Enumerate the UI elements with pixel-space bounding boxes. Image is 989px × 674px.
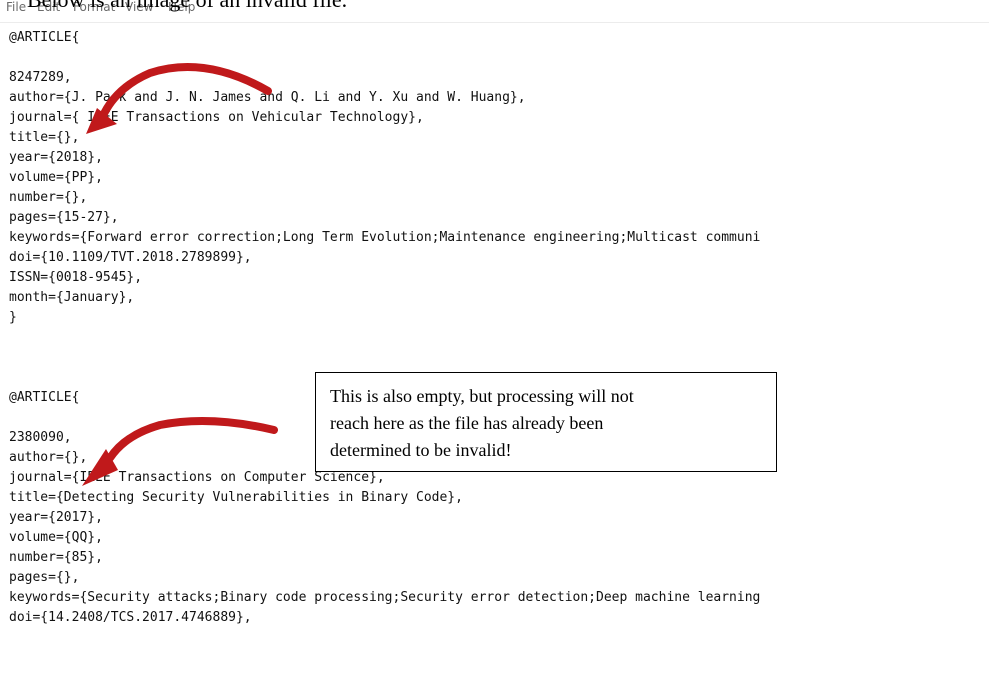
code-line: month={January}, [9,290,135,305]
article-entry-1: @ARTICLE{ 8247289, author={J. Park and J… [9,28,989,328]
callout-line: determined to be invalid! [330,440,512,460]
callout-line: This is also empty, but processing will … [330,386,634,406]
code-line: 8247289, [9,70,72,85]
code-line: year={2018}, [9,150,103,165]
code-line: title={}, [9,130,80,145]
code-line: doi={10.1109/TVT.2018.2789899}, [9,250,252,265]
text-editor[interactable]: @ARTICLE{ 8247289, author={J. Park and J… [9,28,989,674]
callout-line: reach here as the file has already been [330,413,604,433]
code-line: number={}, [9,190,88,205]
menu-file[interactable]: File [6,0,26,14]
code-line: ISSN={0018-9545}, [9,270,143,285]
code-line: number={85}, [9,550,103,565]
code-line: year={2017}, [9,510,103,525]
annotation-callout: This is also empty, but processing will … [315,372,777,472]
code-line: keywords={Forward error correction;Long … [9,230,761,245]
code-line: volume={PP}, [9,170,103,185]
code-line: journal={ IEEE Transactions on Vehicular… [9,110,424,125]
menu-divider [0,22,989,23]
code-line: author={J. Park and J. N. James and Q. L… [9,90,526,105]
code-line: doi={14.2408/TCS.2017.4746889}, [9,610,252,625]
code-line: title={Detecting Security Vulnerabilitie… [9,490,463,505]
code-line: @ARTICLE{ [9,30,80,45]
code-line: volume={QQ}, [9,530,103,545]
code-line: pages={15-27}, [9,210,119,225]
code-line: keywords={Security attacks;Binary code p… [9,590,761,605]
menu-bar: File Edit Format View Help Below is an i… [0,0,989,22]
code-line: } [9,310,17,325]
caption-text: Below is an image of an invalid file. [27,0,347,13]
code-line: pages={}, [9,570,80,585]
